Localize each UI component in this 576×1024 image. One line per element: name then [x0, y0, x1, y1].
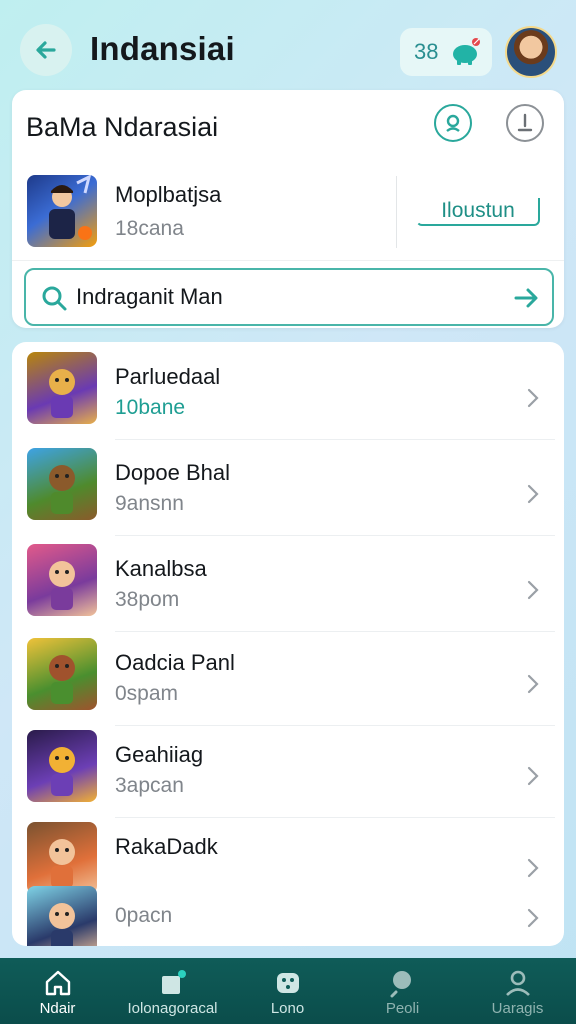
- nav-label: Ndair: [39, 1000, 76, 1017]
- chevron-right-icon[interactable]: [524, 764, 542, 788]
- featured-card: BaMa Ndarasiai Moplbatjsa 18cana Iloustu…: [12, 90, 564, 328]
- bottom-navigation: Ndair Iolonagoracal Lono Peoli Uaragis: [0, 958, 576, 1024]
- controller-icon: [276, 973, 299, 993]
- game-title: Kanalbsa: [115, 556, 207, 581]
- profile-search-button[interactable]: [434, 104, 472, 142]
- game-thumbnail[interactable]: [27, 544, 97, 616]
- list-item[interactable]: Geahiiag 3apcan: [12, 730, 564, 814]
- game-subtitle: 3apcan: [115, 774, 184, 797]
- game-character-icon: [49, 839, 75, 888]
- divider: [115, 439, 555, 440]
- game-thumbnail[interactable]: [27, 352, 97, 424]
- chevron-right-icon[interactable]: [524, 672, 542, 696]
- divider: [12, 260, 564, 261]
- list-item[interactable]: Dopoe Bhal 9ansnn: [12, 448, 564, 532]
- divider: [115, 817, 555, 818]
- profile-icon: [505, 970, 530, 996]
- game-thumbnail[interactable]: [27, 822, 97, 894]
- game-character-icon: [49, 369, 75, 418]
- game-title: Geahiiag: [115, 742, 204, 767]
- chevron-right-icon[interactable]: [524, 386, 542, 410]
- character-icon: [49, 175, 92, 240]
- game-subtitle: 9ansnn: [115, 492, 184, 515]
- search-bar[interactable]: [24, 268, 554, 326]
- nav-item-controller[interactable]: Lono: [230, 964, 345, 1022]
- profile-pin-icon: [446, 114, 460, 132]
- games-icon: [161, 970, 186, 994]
- nav-item-search[interactable]: Peoli: [345, 964, 460, 1022]
- divider: [115, 535, 555, 536]
- chevron-right-icon[interactable]: [524, 482, 542, 506]
- section-title: BaMa Ndarasiai: [26, 112, 219, 142]
- divider: [396, 176, 397, 248]
- nav-label: Peoli: [385, 1000, 420, 1017]
- game-title: Parluedaal: [115, 364, 221, 389]
- home-icon: [45, 970, 70, 996]
- search-input[interactable]: [76, 282, 496, 312]
- game-subtitle: 0spam: [115, 682, 179, 705]
- featured-app-name: Moplbatjsa: [115, 182, 222, 207]
- game-subtitle: 0pacn: [115, 904, 173, 927]
- install-button[interactable]: Iloustun: [416, 198, 540, 226]
- game-character-icon: [49, 903, 75, 946]
- game-title: Oadcia Panl: [115, 650, 235, 675]
- featured-app-thumbnail[interactable]: [27, 175, 97, 247]
- game-thumbnail[interactable]: [27, 730, 97, 802]
- coin-count: 38: [414, 39, 439, 64]
- search-icon: [42, 286, 67, 311]
- coin-balance[interactable]: 38: [400, 28, 492, 76]
- list-item[interactable]: Parluedaal 10bane: [12, 352, 564, 436]
- game-character-icon: [49, 465, 75, 514]
- divider: [115, 725, 555, 726]
- game-thumbnail[interactable]: [27, 448, 97, 520]
- arrow-right-icon[interactable]: [510, 282, 542, 314]
- chevron-right-icon[interactable]: [524, 906, 542, 930]
- back-button[interactable]: [20, 24, 72, 76]
- download-icon: [517, 113, 533, 132]
- download-button[interactable]: [506, 104, 544, 142]
- chevron-right-icon[interactable]: [524, 578, 542, 602]
- list-item[interactable]: Kanalbsa 38pom: [12, 544, 564, 628]
- search-icon: [390, 971, 411, 998]
- user-avatar[interactable]: [505, 26, 557, 78]
- game-subtitle: 38pom: [115, 588, 180, 611]
- top-app-bar: Indansiai 38: [0, 0, 576, 96]
- game-thumbnail[interactable]: [27, 638, 97, 710]
- chevron-right-icon[interactable]: [524, 856, 542, 880]
- nav-label: Lono: [270, 1000, 305, 1017]
- game-character-icon: [49, 655, 75, 704]
- nav-label: Uaragis: [491, 1000, 544, 1017]
- game-title: Dopoe Bhal: [115, 460, 230, 485]
- list-item[interactable]: 0pacn: [12, 886, 564, 946]
- game-thumbnail[interactable]: [27, 886, 97, 946]
- game-character-icon: [49, 747, 75, 796]
- nav-item-games[interactable]: Iolonagoracal: [115, 964, 230, 1022]
- game-title: RakaDadk: [115, 834, 218, 859]
- featured-app-subtitle: 18cana: [115, 217, 184, 240]
- nav-label: Iolonagoracal: [127, 1000, 218, 1017]
- divider: [115, 631, 555, 632]
- back-arrow-icon: [36, 41, 56, 59]
- page-title: Indansiai: [90, 30, 235, 67]
- piggy-bank-icon: [453, 38, 480, 65]
- nav-item-profile[interactable]: Uaragis: [460, 964, 575, 1022]
- list-item[interactable]: Oadcia Panl 0spam: [12, 638, 564, 722]
- game-list: Parluedaal 10bane Dopoe Bhal 9ansnn Kanalbsa…: [12, 342, 564, 946]
- nav-item-home[interactable]: Ndair: [0, 964, 115, 1022]
- game-character-icon: [49, 561, 75, 610]
- game-subtitle: 10bane: [115, 396, 186, 419]
